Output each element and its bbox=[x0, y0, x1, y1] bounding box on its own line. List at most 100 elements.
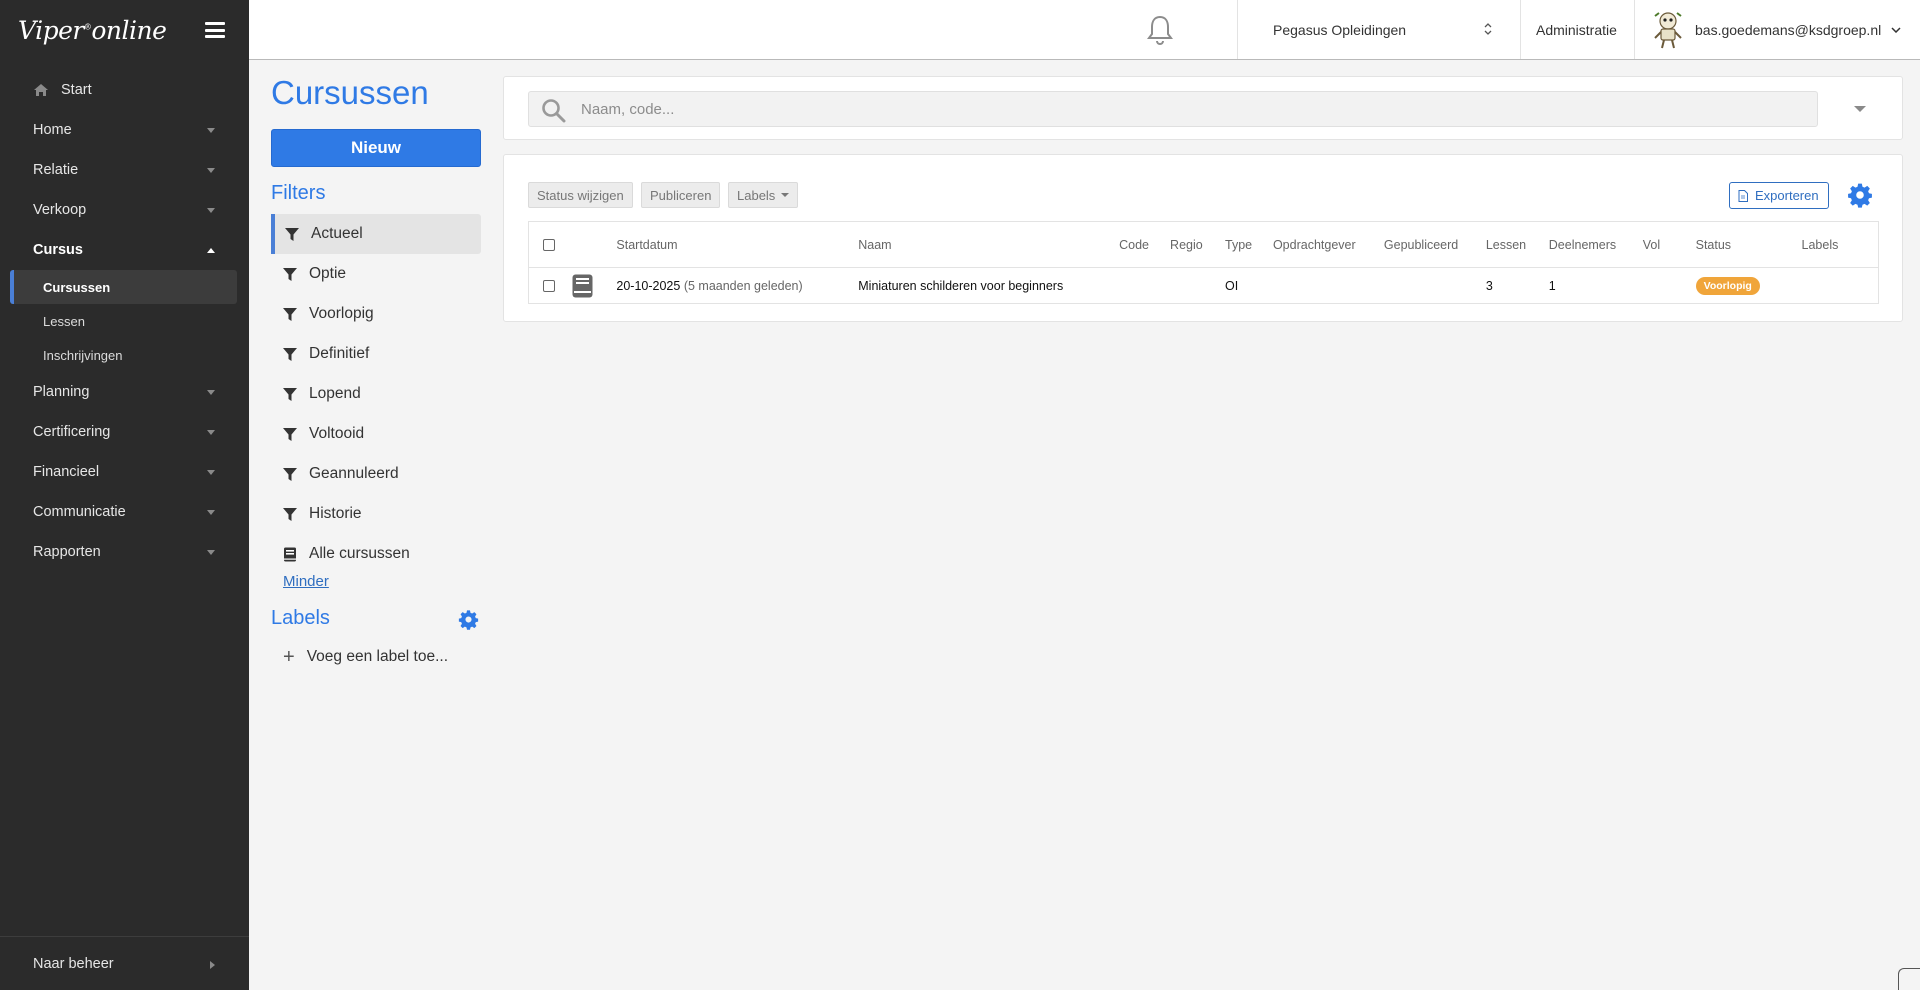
col-deelnemers[interactable]: Deelnemers bbox=[1544, 221, 1639, 268]
filter-icon bbox=[283, 307, 297, 321]
select-all-checkbox[interactable] bbox=[542, 239, 555, 252]
search-options-toggle[interactable] bbox=[1854, 106, 1866, 112]
filter-historie[interactable]: Historie bbox=[271, 494, 481, 534]
cell-deelnemers: 1 bbox=[1548, 278, 1556, 293]
publish-button[interactable]: Publiceren bbox=[641, 182, 721, 208]
col-naam[interactable]: Naam bbox=[854, 221, 1116, 268]
nav-sub-lessen[interactable]: Lessen bbox=[10, 304, 237, 338]
cell-naam[interactable]: Miniaturen schilderen voor beginners bbox=[854, 268, 1115, 304]
export-button[interactable]: Exporteren bbox=[1729, 182, 1829, 209]
cell-lessen: 3 bbox=[1485, 278, 1493, 293]
updown-icon bbox=[1484, 23, 1492, 35]
cell-status: Voorlopig bbox=[1692, 268, 1798, 304]
filter-lopend[interactable]: Lopend bbox=[271, 374, 481, 414]
cell-gepubliceerd bbox=[1380, 268, 1482, 304]
filter-icon bbox=[283, 427, 297, 441]
filter-alle-cursussen[interactable]: Alle cursussen bbox=[271, 534, 481, 574]
filter-definitief[interactable]: Definitief bbox=[271, 334, 481, 374]
chevron-down-icon bbox=[207, 510, 215, 515]
col-code[interactable]: Code bbox=[1115, 221, 1167, 268]
brand-bar: Viper®online bbox=[0, 0, 249, 60]
nav-item-home[interactable]: Home bbox=[0, 110, 249, 150]
search-panel bbox=[503, 76, 1903, 140]
table-row[interactable]: 20-10-2025 (5 maanden geleden) Miniature… bbox=[529, 268, 1879, 304]
col-regio[interactable]: Regio bbox=[1166, 221, 1221, 268]
search-icon bbox=[542, 99, 566, 123]
chevron-down-icon bbox=[207, 550, 215, 555]
labels-dropdown[interactable]: Labels bbox=[728, 182, 799, 208]
nav-item-communicatie[interactable]: Communicatie bbox=[0, 492, 249, 532]
show-less-link[interactable]: Minder bbox=[283, 573, 329, 590]
filter-voltooid[interactable]: Voltooid bbox=[271, 414, 481, 454]
status-badge: Voorlopig bbox=[1695, 276, 1760, 295]
brand-logo[interactable]: Viper®online bbox=[18, 16, 167, 45]
nav-item-naar-beheer[interactable]: Naar beheer bbox=[0, 936, 249, 990]
nav-item-cursus[interactable]: Cursus bbox=[0, 230, 249, 270]
avatar bbox=[1654, 11, 1682, 48]
gear-icon[interactable] bbox=[1847, 182, 1873, 208]
gear-icon[interactable] bbox=[458, 609, 479, 630]
organization-select[interactable]: Pegasus Opleidingen bbox=[1260, 0, 1510, 59]
filter-actueel[interactable]: Actueel bbox=[271, 214, 481, 254]
nav-item-start[interactable]: Start bbox=[0, 70, 249, 110]
table-header: Startdatum Naam Code Regio Type Opdracht… bbox=[528, 221, 1879, 268]
chevron-up-icon bbox=[207, 248, 215, 253]
add-label-button[interactable]: + Voeg een label toe... bbox=[283, 647, 448, 667]
nav-item-financieel[interactable]: Financieel bbox=[0, 452, 249, 492]
topbar: Pegasus Opleidingen Administratie bas.go… bbox=[249, 0, 1920, 60]
filters-list: Actueel Optie Voorlopig Definitief Lopen… bbox=[271, 214, 481, 574]
chevron-down-icon bbox=[1891, 26, 1901, 33]
wrench-icon[interactable] bbox=[1898, 968, 1920, 990]
cell-vol bbox=[1639, 268, 1692, 304]
chevron-down-icon bbox=[207, 430, 215, 435]
divider bbox=[1520, 0, 1521, 59]
filter-voorlopig[interactable]: Voorlopig bbox=[271, 294, 481, 334]
nav-item-verkoop[interactable]: Verkoop bbox=[0, 190, 249, 230]
filter-geannuleerd[interactable]: Geannuleerd bbox=[271, 454, 481, 494]
user-menu[interactable]: bas.goedemans@ksdgroep.nl bbox=[1651, 0, 1901, 59]
col-type[interactable]: Type bbox=[1221, 221, 1269, 268]
book-icon[interactable] bbox=[572, 274, 593, 298]
nav-item-certificering[interactable]: Certificering bbox=[0, 412, 249, 452]
col-vol[interactable]: Vol bbox=[1638, 221, 1692, 268]
menu-toggle-icon[interactable] bbox=[205, 22, 225, 38]
divider bbox=[1237, 0, 1238, 59]
nav-sub-inschrijvingen[interactable]: Inschrijvingen bbox=[10, 338, 237, 372]
cell-startdatum: 20-10-2025 (5 maanden geleden) bbox=[616, 278, 803, 293]
filter-icon bbox=[283, 467, 297, 481]
chevron-down-icon bbox=[207, 168, 215, 173]
administration-link[interactable]: Administratie bbox=[1536, 0, 1617, 59]
row-checkbox[interactable] bbox=[542, 280, 555, 293]
col-gepubliceerd[interactable]: Gepubliceerd bbox=[1379, 221, 1482, 268]
nav-item-rapporten[interactable]: Rapporten bbox=[0, 532, 249, 572]
nav-item-planning[interactable]: Planning bbox=[0, 372, 249, 412]
new-course-button[interactable]: Nieuw bbox=[271, 129, 481, 167]
col-status[interactable]: Status bbox=[1691, 221, 1798, 268]
select-all-cell bbox=[528, 221, 569, 268]
file-icon bbox=[1738, 189, 1748, 202]
chevron-down-icon bbox=[207, 208, 215, 213]
chevron-down-icon bbox=[207, 390, 215, 395]
divider bbox=[1634, 0, 1635, 59]
col-opdrachtgever[interactable]: Opdrachtgever bbox=[1268, 221, 1380, 268]
col-labels[interactable]: Labels bbox=[1797, 221, 1879, 268]
filter-icon bbox=[283, 267, 297, 281]
sidebar: Viper®online Start Home Relatie Verkoop … bbox=[0, 0, 249, 990]
search-input[interactable] bbox=[581, 92, 1801, 126]
nav-item-relatie[interactable]: Relatie bbox=[0, 150, 249, 190]
bell-icon[interactable] bbox=[1145, 14, 1175, 46]
filters-title: Filters bbox=[271, 182, 326, 204]
page-title: Cursussen bbox=[271, 74, 429, 111]
filter-optie[interactable]: Optie bbox=[271, 254, 481, 294]
book-icon bbox=[284, 547, 296, 561]
cell-code bbox=[1115, 268, 1166, 304]
nav-sub-cursussen[interactable]: Cursussen bbox=[10, 270, 237, 304]
status-change-button[interactable]: Status wijzigen bbox=[528, 182, 633, 208]
col-lessen[interactable]: Lessen bbox=[1481, 221, 1545, 268]
filter-icon bbox=[283, 387, 297, 401]
chevron-down-icon bbox=[207, 128, 215, 133]
main-nav: Start Home Relatie Verkoop Cursus Cursus… bbox=[0, 70, 249, 572]
col-startdatum[interactable]: Startdatum bbox=[612, 221, 855, 268]
filter-icon bbox=[283, 347, 297, 361]
labels-title: Labels bbox=[271, 607, 330, 629]
